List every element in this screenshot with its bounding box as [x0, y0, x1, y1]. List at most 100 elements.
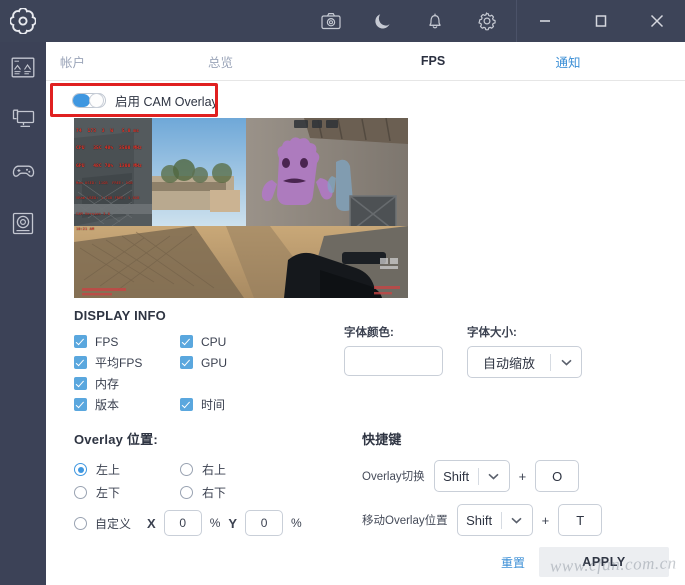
- shortcuts-section: 快捷键 Overlay切换 Shift + O: [344, 429, 669, 536]
- shortcut-key-input[interactable]: T: [558, 504, 602, 536]
- apply-button[interactable]: APPLY: [539, 547, 669, 577]
- radio-selected-icon: [74, 463, 87, 476]
- notifications-bell-icon[interactable]: [424, 10, 446, 32]
- cam-overlay-toggle-row[interactable]: 启用 CAM Overlay: [62, 81, 669, 116]
- checkbox-label: 时间: [201, 396, 225, 413]
- checkbox-checked-icon: [74, 335, 87, 348]
- y-position-input[interactable]: 0: [245, 510, 283, 536]
- overlay-position-right-column: 右上 右下: [180, 458, 286, 504]
- sidebar: [0, 42, 46, 585]
- checkbox-checked-icon: [180, 335, 193, 348]
- checkbox-time[interactable]: 时间: [180, 394, 286, 415]
- y-axis-label: Y: [228, 516, 237, 531]
- tab-overview[interactable]: 总览: [208, 52, 358, 71]
- shortcut-row-overlay-toggle: Overlay切换 Shift + O: [362, 460, 669, 492]
- font-color-group: 字体颜色:: [344, 324, 443, 415]
- webcam-icon: [11, 212, 35, 235]
- osd-line-2: GPU 48C 70% 1300 MHz: [76, 164, 142, 171]
- osd-line-0: 74 173 3 W 5.0 ms: [76, 129, 142, 136]
- screenshot-camera-icon[interactable]: [320, 10, 342, 32]
- osd-line-6: 10:21 AM: [76, 227, 142, 232]
- osd-line-5: CAM Version 3.6: [76, 212, 142, 217]
- close-button[interactable]: [629, 0, 685, 42]
- radio-icon: [180, 463, 193, 476]
- shortcuts-title: 快捷键: [362, 429, 669, 448]
- font-color-input[interactable]: [344, 346, 443, 376]
- checkbox-gpu[interactable]: GPU: [180, 352, 286, 373]
- overlay-position-section: Overlay 位置: 左上 左: [74, 429, 344, 536]
- overlay-position-radios: 左上 左下 右上: [74, 458, 344, 536]
- radio-label: 左下: [96, 484, 120, 501]
- shortcut-key-input[interactable]: O: [535, 460, 579, 492]
- checkbox-version[interactable]: 版本: [74, 394, 180, 415]
- display-info-left-column: FPS 平均FPS 内存: [74, 331, 180, 415]
- shortcut-label: 移动Overlay位置: [362, 512, 448, 528]
- content-panel: 帐户 总览 FPS 通知 启用 CAM Overlay: [46, 42, 685, 585]
- checkbox-average-fps[interactable]: 平均FPS: [74, 352, 180, 373]
- checkbox-label: CPU: [201, 335, 226, 349]
- checkbox-fps[interactable]: FPS: [74, 331, 180, 352]
- checkbox-label: 平均FPS: [95, 354, 142, 371]
- font-size-select[interactable]: 自动缩放: [467, 346, 582, 378]
- tab-notifications[interactable]: 通知: [508, 52, 628, 71]
- cam-overlay-toggle[interactable]: [72, 93, 106, 108]
- y-percent-label: %: [291, 516, 302, 530]
- sidebar-item-webcam[interactable]: [8, 208, 38, 238]
- sidebar-item-dashboard[interactable]: [8, 52, 38, 82]
- radio-label: 右上: [202, 461, 226, 478]
- radio-custom[interactable]: [74, 517, 87, 530]
- chevron-down-icon: [551, 359, 581, 366]
- checkbox-cpu[interactable]: CPU: [180, 331, 286, 352]
- maximize-button[interactable]: [573, 0, 629, 42]
- chevron-down-icon: [502, 517, 532, 524]
- tab-account[interactable]: 帐户: [60, 52, 208, 71]
- checkbox-checked-icon: [74, 377, 87, 390]
- toggle-knob: [89, 93, 104, 108]
- x-percent-label: %: [210, 516, 221, 530]
- checkbox-label: GPU: [201, 356, 227, 370]
- radio-top-right[interactable]: 右上: [180, 458, 286, 481]
- radio-bottom-left[interactable]: 左下: [74, 481, 180, 504]
- font-size-value: 自动缩放: [468, 353, 550, 372]
- x-position-input[interactable]: 0: [164, 510, 202, 536]
- checkbox-memory[interactable]: 内存: [74, 373, 180, 394]
- display-info-checkboxes: DISPLAY INFO FPS 平均FPS: [74, 308, 344, 415]
- shortcut-plus: +: [542, 513, 550, 528]
- font-color-label: 字体颜色:: [344, 324, 443, 340]
- quatrefoil-logo-icon: [10, 8, 36, 34]
- radio-top-left[interactable]: 左上: [74, 458, 180, 481]
- night-mode-moon-icon[interactable]: [372, 10, 394, 32]
- app-logo[interactable]: [0, 0, 46, 42]
- chevron-down-icon: [479, 473, 509, 480]
- window-controls: [517, 0, 685, 42]
- gamepad-icon: [10, 162, 36, 180]
- shortcut-modifier-select[interactable]: Shift: [457, 504, 533, 536]
- reset-link[interactable]: 重置: [501, 554, 525, 571]
- monitor-pc-icon: [11, 108, 36, 130]
- settings-gear-icon[interactable]: [476, 10, 498, 32]
- fps-osd-overlay: 74 173 3 W 5.0 ms CPU 35C 40% 3500 MHz G…: [76, 119, 142, 243]
- overlay-position-title: Overlay 位置:: [74, 429, 344, 448]
- tab-fps[interactable]: FPS: [358, 54, 508, 68]
- sidebar-item-games[interactable]: [8, 156, 38, 186]
- radio-icon: [74, 486, 87, 499]
- osd-line-4: VRam USED: 1.2GB FREE: 5.8GB: [76, 196, 142, 201]
- lower-section: Overlay 位置: 左上 左: [74, 429, 669, 536]
- shortcut-plus: +: [519, 469, 527, 484]
- radio-label: 左上: [96, 461, 120, 478]
- shortcut-label: Overlay切换: [362, 468, 425, 484]
- overlay-position-custom-row: 自定义 X 0 % Y 0 %: [74, 510, 344, 536]
- tab-bar: 帐户 总览 FPS 通知: [46, 42, 685, 81]
- radio-icon: [180, 486, 193, 499]
- checkbox-label: 内存: [95, 375, 119, 392]
- font-fields: 字体颜色: 字体大小: 自动缩放: [344, 308, 582, 415]
- sidebar-item-monitor[interactable]: [8, 104, 38, 134]
- display-info-section: DISPLAY INFO FPS 平均FPS: [74, 308, 669, 415]
- shortcut-modifier-select[interactable]: Shift: [434, 460, 510, 492]
- shortcut-modifier-value: Shift: [458, 513, 501, 528]
- shortcut-modifier-value: Shift: [435, 469, 478, 484]
- radio-bottom-right[interactable]: 右下: [180, 481, 286, 504]
- shortcut-row-move-overlay: 移动Overlay位置 Shift + T: [362, 504, 669, 536]
- minimize-button[interactable]: [517, 0, 573, 42]
- body-row: 帐户 总览 FPS 通知 启用 CAM Overlay: [0, 42, 685, 585]
